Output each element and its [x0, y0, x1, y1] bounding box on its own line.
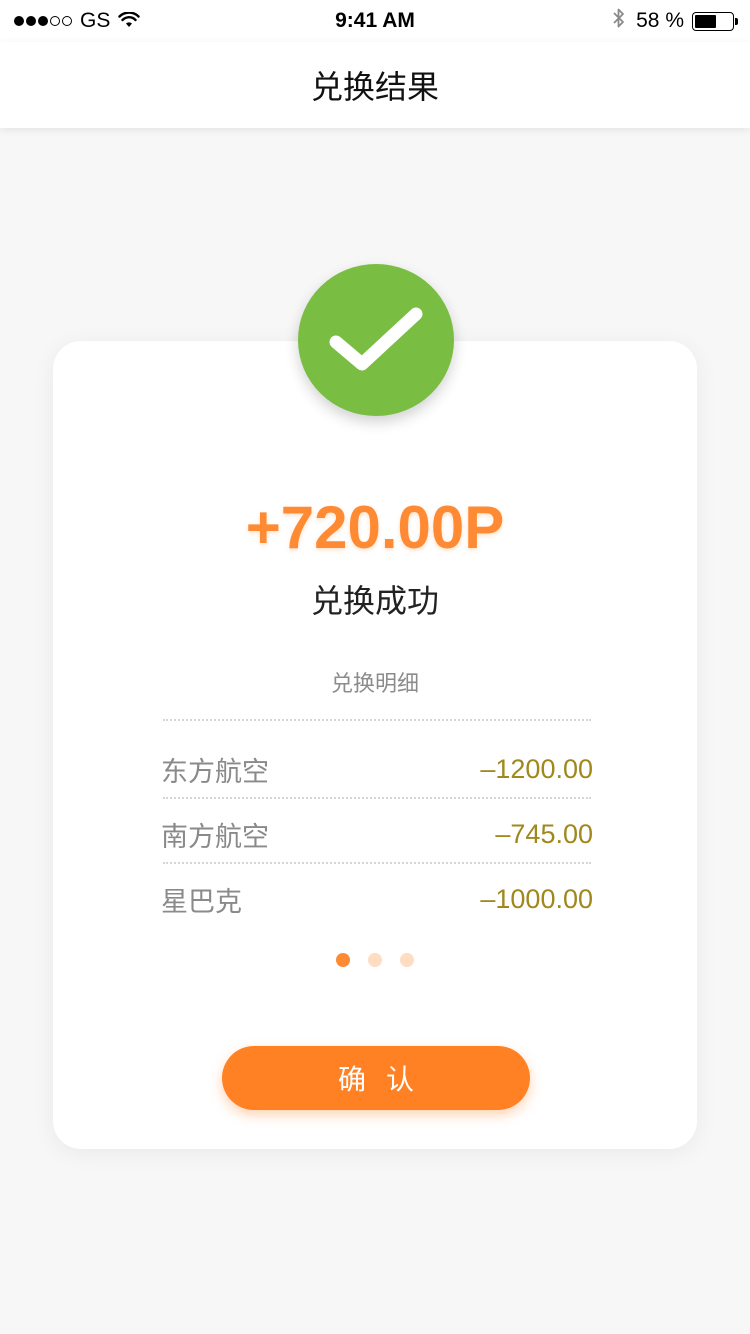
page-dot[interactable] — [368, 953, 382, 967]
battery-tip — [735, 17, 738, 25]
status-right: 58 % — [612, 7, 738, 35]
wifi-icon — [118, 8, 141, 34]
signal-dot — [50, 16, 60, 26]
battery-icon — [692, 11, 734, 31]
detail-amount: –745.00 — [495, 818, 593, 849]
detail-name: 东方航空 — [161, 756, 269, 788]
divider — [163, 719, 591, 721]
divider — [163, 797, 591, 799]
detail-amount: –1200.00 — [480, 753, 593, 784]
detail-name: 南方航空 — [161, 821, 269, 853]
page-title: 兑换结果 — [310, 68, 439, 106]
signal-dot — [26, 16, 36, 26]
success-message: 兑换成功 — [310, 582, 439, 620]
page-dot[interactable] — [400, 953, 414, 967]
signal-dot — [38, 16, 48, 26]
confirm-button[interactable]: 确认 — [222, 1046, 530, 1110]
signal-dot — [14, 16, 24, 26]
result-card: +720.00P 兑换成功 兑换明细 东方航空 –1200.00 南方航空 –7… — [53, 341, 697, 1149]
detail-row: 南方航空 –745.00 — [161, 814, 593, 854]
detail-row: 东方航空 –1200.00 — [161, 749, 593, 789]
navigation-bar: 兑换结果 — [0, 42, 750, 128]
points-amount: +720.00P — [245, 494, 505, 561]
signal-dot — [62, 16, 72, 26]
battery-level — [695, 14, 716, 28]
divider — [163, 862, 591, 864]
detail-amount: –1000.00 — [480, 883, 593, 914]
success-check-icon — [298, 264, 454, 416]
page-dot[interactable] — [336, 953, 350, 967]
detail-name: 星巴克 — [161, 886, 242, 918]
carrier-name: GS — [80, 9, 111, 32]
detail-title: 兑换明细 — [330, 672, 419, 697]
detail-row: 星巴克 –1000.00 — [161, 879, 593, 919]
battery-percent: 58 % — [636, 9, 684, 32]
page-indicator — [53, 953, 697, 967]
status-left: GS — [14, 8, 141, 34]
bluetooth-icon — [612, 7, 626, 35]
status-bar: GS 9:41 AM 58 % — [0, 0, 750, 42]
